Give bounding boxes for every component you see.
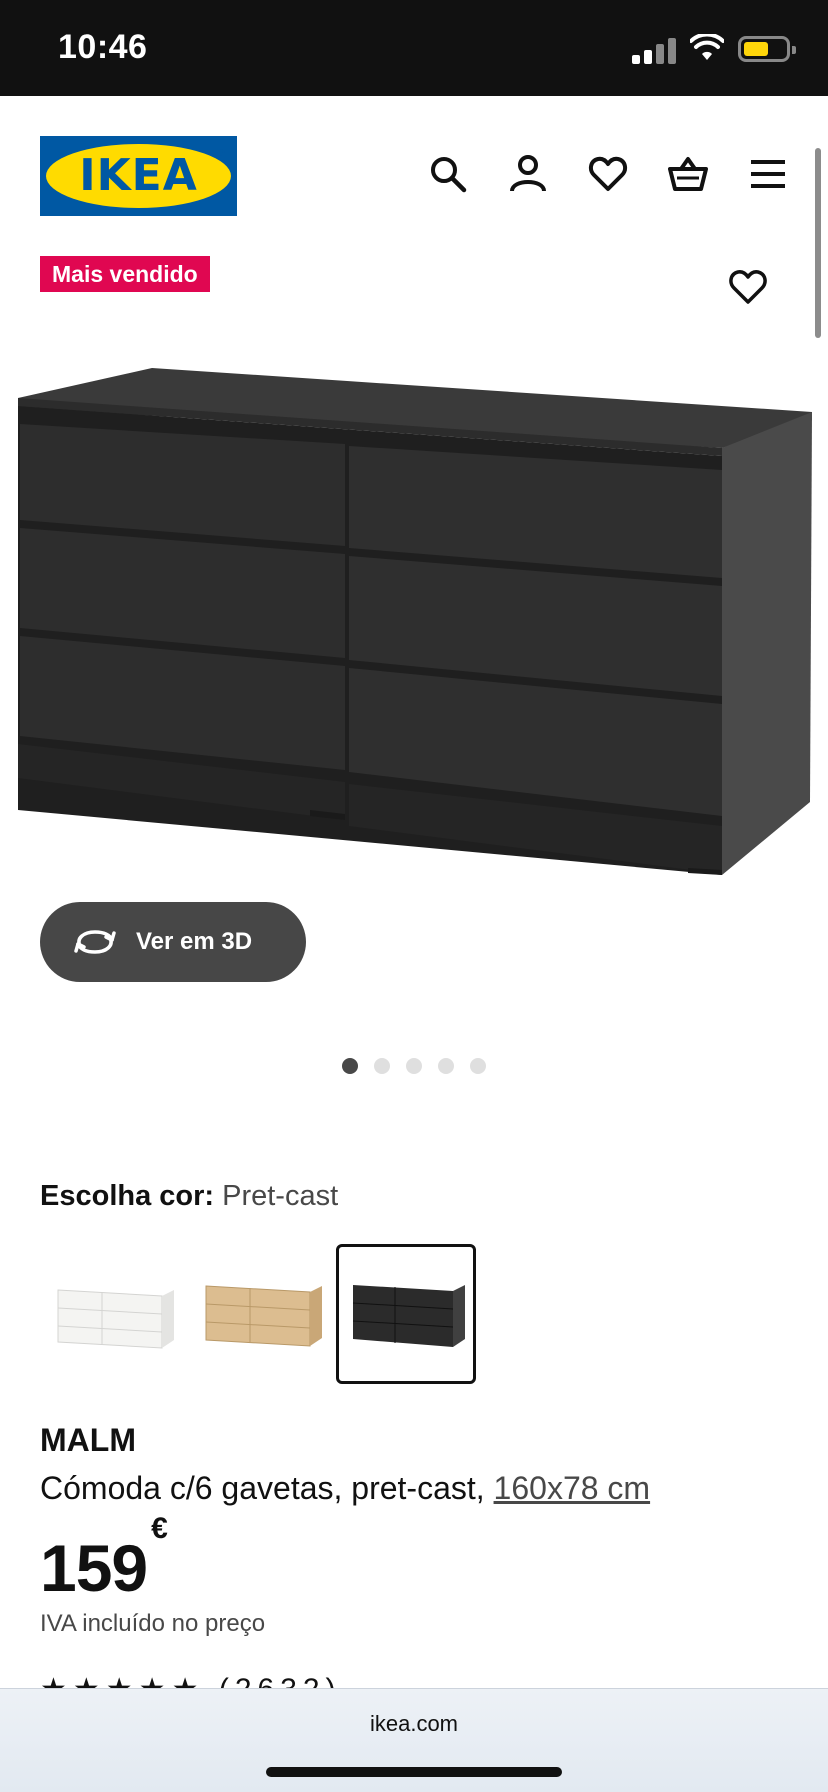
product-name: MALM xyxy=(40,1422,136,1458)
view-in-3d-label: Ver em 3D xyxy=(136,928,253,955)
product-description-text: Cómoda c/6 gavetas, pret-cast, xyxy=(40,1470,494,1506)
carousel-dot[interactable] xyxy=(406,1058,422,1074)
wifi-icon xyxy=(690,34,724,60)
signal-icon xyxy=(632,38,676,64)
carousel-dot[interactable] xyxy=(342,1058,358,1074)
product-image[interactable] xyxy=(0,340,828,900)
home-indicator xyxy=(266,1767,562,1777)
search-icon[interactable] xyxy=(428,154,468,194)
browser-address-bar[interactable]: ikea.com xyxy=(0,1688,828,1792)
product-size-link[interactable]: 160x78 cm xyxy=(494,1470,651,1506)
product-price: 159€ xyxy=(40,1512,168,1606)
product-description: Cómoda c/6 gavetas, pret-cast, 160x78 cm xyxy=(40,1470,650,1507)
ikea-logo[interactable]: IKEA ® xyxy=(40,136,237,216)
heart-icon[interactable] xyxy=(588,154,628,194)
site-header: IKEA ® xyxy=(0,96,828,246)
rotate-3d-icon xyxy=(74,930,116,954)
price-value: 159 xyxy=(40,1531,148,1605)
status-bar: 10:46 xyxy=(0,0,828,96)
color-picker-label: Escolha cor: Pret-cast xyxy=(40,1180,338,1213)
browser-url[interactable]: ikea.com xyxy=(0,1711,828,1737)
view-in-3d-button[interactable]: Ver em 3D xyxy=(40,902,306,982)
price-currency: € xyxy=(151,1512,168,1545)
color-swatch-black-brown[interactable] xyxy=(336,1244,476,1384)
selected-color-name: Pret-cast xyxy=(222,1180,339,1212)
dresser-thumb-white xyxy=(57,1289,174,1349)
menu-icon[interactable] xyxy=(748,154,788,194)
add-to-favourites-icon[interactable] xyxy=(728,268,768,306)
carousel-dot[interactable] xyxy=(374,1058,390,1074)
status-time: 10:46 xyxy=(58,28,148,66)
status-icons xyxy=(632,34,796,64)
dresser-thumb-oak xyxy=(205,1285,322,1347)
vat-note: IVA incluído no preço xyxy=(40,1610,266,1637)
scrollbar[interactable] xyxy=(815,148,821,338)
logo-text: IKEA xyxy=(79,150,198,201)
dresser-thumb-black-brown xyxy=(352,1285,465,1347)
account-icon[interactable] xyxy=(508,154,548,194)
color-swatch-oak[interactable] xyxy=(188,1244,328,1384)
basket-icon[interactable] xyxy=(668,154,708,194)
color-swatch-white[interactable] xyxy=(40,1244,180,1384)
carousel-dot[interactable] xyxy=(470,1058,486,1074)
carousel-dot[interactable] xyxy=(438,1058,454,1074)
bestseller-badge: Mais vendido xyxy=(40,256,210,292)
color-label-prefix: Escolha cor: xyxy=(40,1180,215,1212)
battery-icon xyxy=(738,36,796,62)
